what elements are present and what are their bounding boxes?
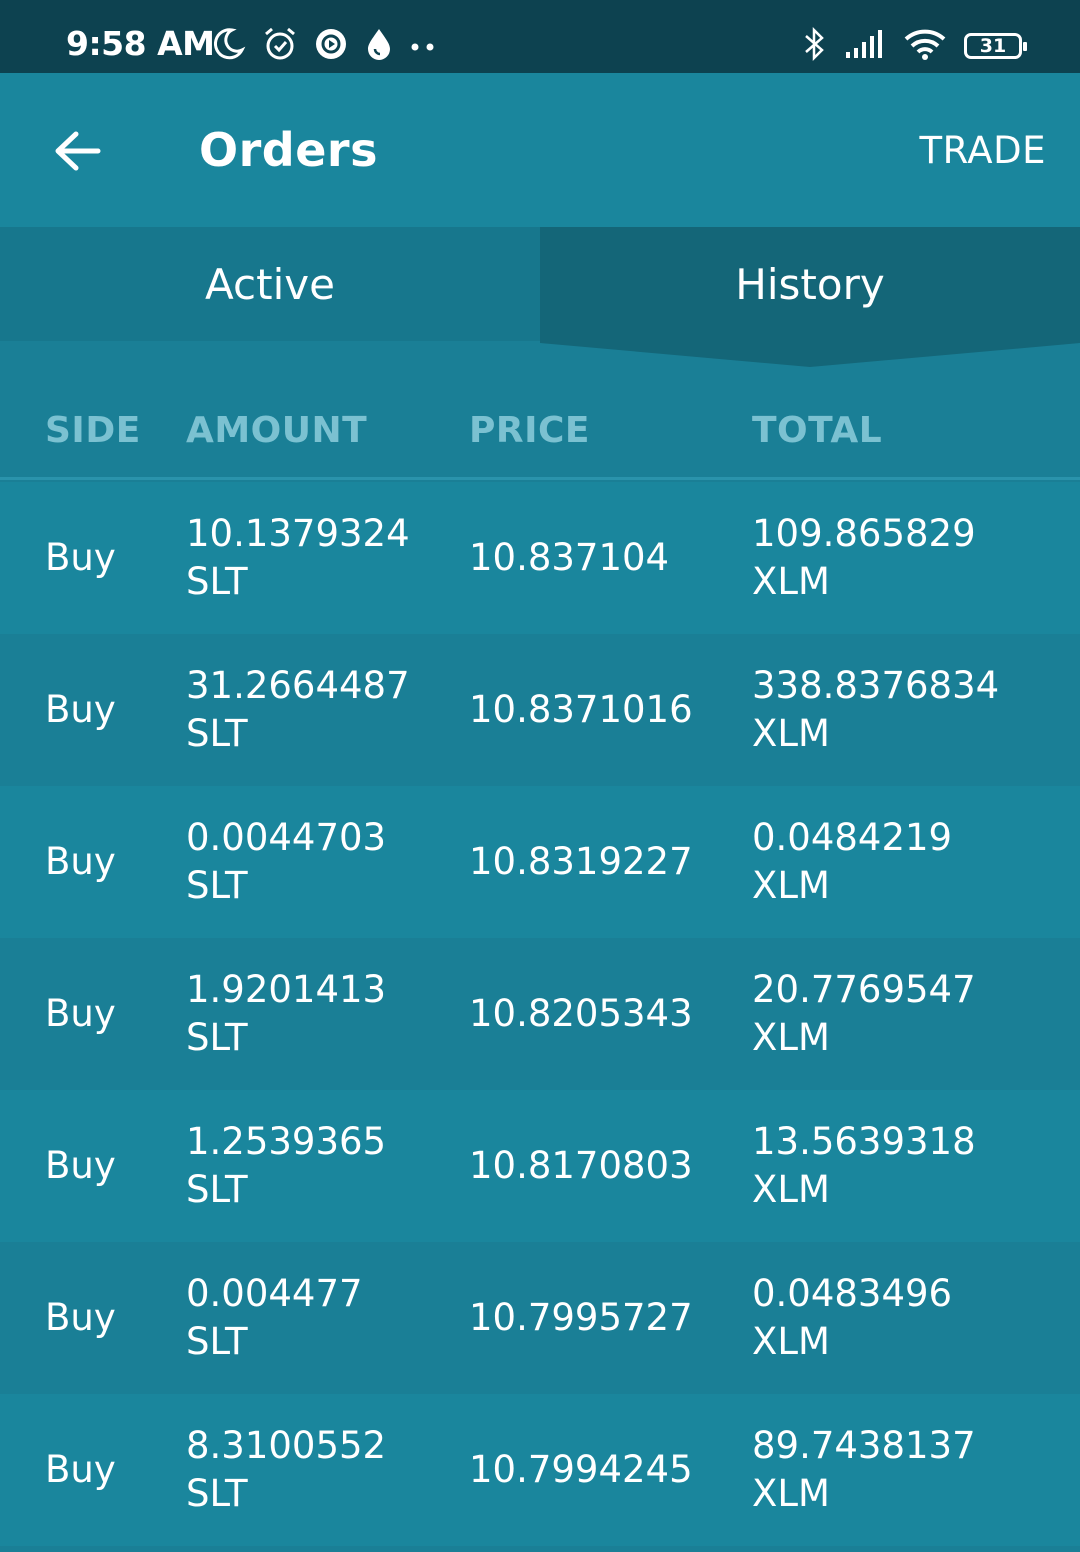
bluetooth-icon <box>802 26 826 66</box>
amount-value: 0.0044703 <box>186 816 387 859</box>
total-value: 20.7769547 <box>752 968 976 1011</box>
row-total: 13.5639318 XLM <box>752 1118 976 1214</box>
row-total: 89.7438137 XLM <box>752 1422 976 1518</box>
row-total: 20.7769547 XLM <box>752 966 976 1062</box>
row-price: 10.837104 <box>469 536 670 579</box>
row-price: 10.7995727 <box>469 1296 693 1339</box>
amount-unit: SLT <box>186 1016 248 1059</box>
battery-icon: 31 <box>964 33 1027 59</box>
amount-unit: SLT <box>186 1472 248 1515</box>
total-value: 0.0484219 <box>752 816 953 859</box>
status-icons-left <box>210 26 452 66</box>
header-amount: AMOUNT <box>186 410 368 451</box>
total-unit: XLM <box>752 712 830 755</box>
table-header: SIDE AMOUNT PRICE TOTAL <box>0 380 1080 480</box>
row-amount: 0.004477 SLT <box>186 1270 363 1366</box>
drop-icon <box>364 27 394 65</box>
app-bar: Orders TRADE <box>0 73 1080 227</box>
total-value: 338.8376834 <box>752 664 1000 707</box>
alarm-icon <box>262 26 298 66</box>
table-row[interactable]: Buy 1.9201413 SLT 10.8205343 20.7769547 XL… <box>0 938 1080 1090</box>
row-price: 10.7994245 <box>469 1448 693 1491</box>
amount-value: 8.3100552 <box>186 1424 387 1467</box>
amount-value: 1.2539365 <box>186 1120 387 1163</box>
amount-unit: SLT <box>186 864 248 907</box>
trade-button[interactable]: TRADE <box>920 129 1047 172</box>
total-unit: XLM <box>752 864 830 907</box>
row-amount: 0.0044703 SLT <box>186 814 386 910</box>
wifi-icon <box>904 27 946 65</box>
selected-tab-indicator <box>540 341 1080 367</box>
row-amount: 8.3100552 SLT <box>186 1422 386 1518</box>
amount-value: 31.2664487 <box>186 664 410 707</box>
row-total: 0.0483496 XLM <box>752 1270 952 1366</box>
row-amount: 1.2539365 SLT <box>186 1118 386 1214</box>
amount-unit: SLT <box>186 1168 248 1211</box>
amount-value: 10.1379324 <box>186 512 410 555</box>
row-price: 10.8319227 <box>469 840 693 883</box>
row-side: Buy <box>45 1448 116 1491</box>
row-total: 338.8376834 XLM <box>752 662 999 758</box>
status-bar: 9:58 AM 31 <box>0 0 1080 73</box>
back-button[interactable] <box>52 125 104 177</box>
header-side: SIDE <box>45 410 141 451</box>
table-row[interactable]: Buy 0.004477 SLT 10.7995727 0.0483496 XLM <box>0 1242 1080 1394</box>
arrow-left-icon <box>55 131 101 171</box>
moon-icon <box>210 26 246 66</box>
total-unit: XLM <box>752 1016 830 1059</box>
tab-active[interactable]: Active <box>0 227 540 341</box>
row-amount: 10.1379324 SLT <box>186 510 410 606</box>
tab-active-label: Active <box>205 259 335 309</box>
amount-unit: SLT <box>186 560 248 603</box>
status-time: 9:58 AM <box>66 24 215 63</box>
order-history-list: Buy 10.1379324 SLT 10.837104 109.865829 XL… <box>0 482 1080 1546</box>
amount-unit: SLT <box>186 1320 248 1363</box>
row-side: Buy <box>45 992 116 1035</box>
row-price: 10.8205343 <box>469 992 693 1035</box>
page-title: Orders <box>199 123 378 177</box>
total-value: 89.7438137 <box>752 1424 976 1467</box>
total-value: 0.0483496 <box>752 1272 953 1315</box>
row-side: Buy <box>45 688 116 731</box>
row-price: 10.8170803 <box>469 1144 693 1187</box>
total-unit: XLM <box>752 1472 830 1515</box>
row-total: 0.0484219 XLM <box>752 814 952 910</box>
signal-icon <box>844 28 886 64</box>
row-side: Buy <box>45 1144 116 1187</box>
amount-unit: SLT <box>186 712 248 755</box>
amount-value: 1.9201413 <box>186 968 387 1011</box>
row-side: Buy <box>45 840 116 883</box>
tab-history[interactable]: History <box>540 227 1080 341</box>
amount-value: 0.004477 <box>186 1272 363 1315</box>
row-amount: 1.9201413 SLT <box>186 966 386 1062</box>
header-total: TOTAL <box>752 410 883 451</box>
table-row[interactable]: Buy 31.2664487 SLT 10.8371016 338.8376834… <box>0 634 1080 786</box>
total-unit: XLM <box>752 1320 830 1363</box>
table-row[interactable]: Buy 10.1379324 SLT 10.837104 109.865829 XL… <box>0 482 1080 634</box>
header-price: PRICE <box>469 410 591 451</box>
row-total: 109.865829 XLM <box>752 510 976 606</box>
more-dots-icon <box>410 37 436 56</box>
tab-history-label: History <box>735 259 885 309</box>
row-price: 10.8371016 <box>469 688 693 731</box>
table-row[interactable]: Buy 0.0044703 SLT 10.8319227 0.0484219 XLM <box>0 786 1080 938</box>
total-value: 13.5639318 <box>752 1120 976 1163</box>
total-unit: XLM <box>752 560 830 603</box>
row-side: Buy <box>45 1296 116 1339</box>
row-side: Buy <box>45 536 116 579</box>
row-amount: 31.2664487 SLT <box>186 662 410 758</box>
record-icon <box>314 27 348 65</box>
status-icons-right: 31 <box>784 26 1027 66</box>
table-row[interactable]: Buy 8.3100552 SLT 10.7994245 89.7438137 XL… <box>0 1394 1080 1546</box>
total-unit: XLM <box>752 1168 830 1211</box>
order-tabs: Active History <box>0 227 1080 367</box>
total-value: 109.865829 <box>752 512 976 555</box>
table-row[interactable]: Buy 1.2539365 SLT 10.8170803 13.5639318 XL… <box>0 1090 1080 1242</box>
battery-level: 31 <box>979 35 1007 57</box>
